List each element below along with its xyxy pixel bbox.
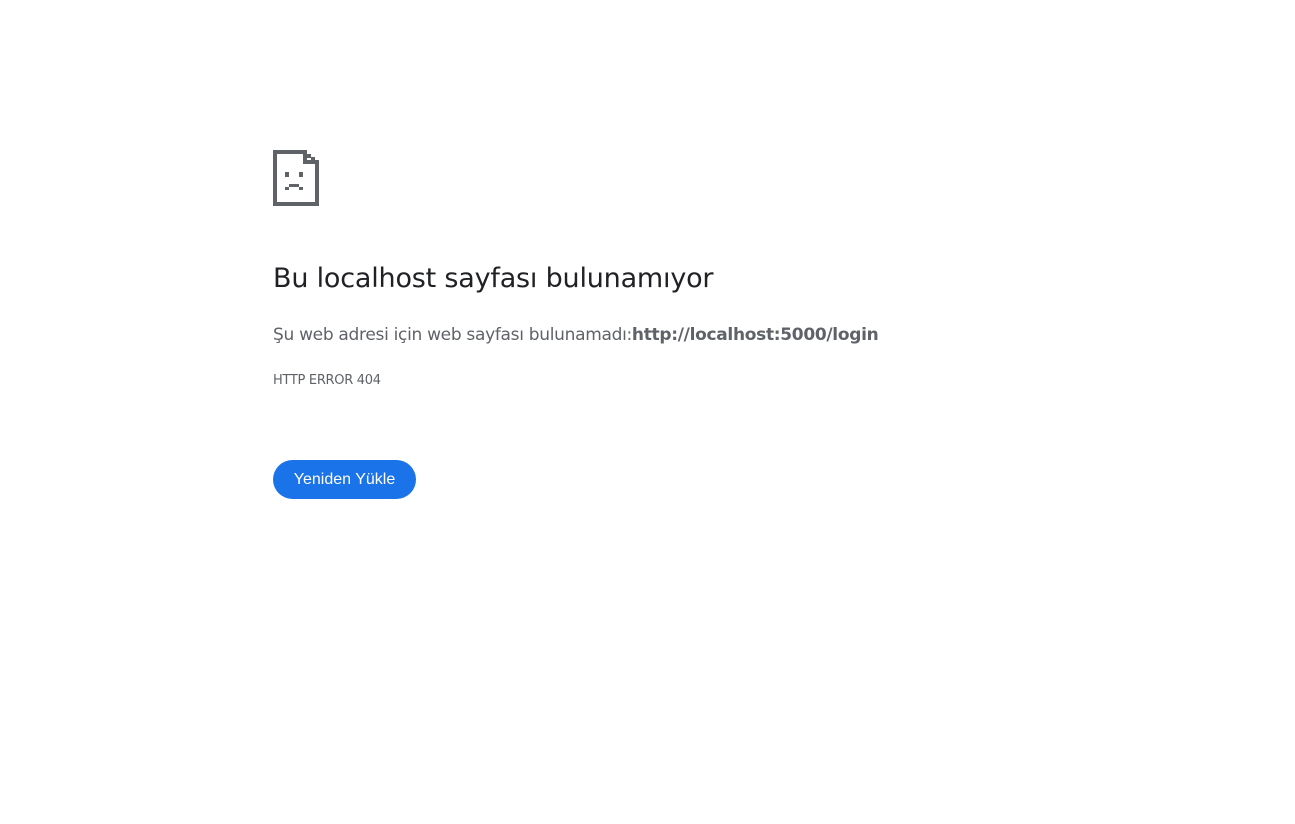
page-title: Bu localhost sayfası bulunamıyor: [273, 263, 714, 294]
error-message: Şu web adresi için web sayfası bulunamad…: [273, 325, 879, 345]
sad-page-icon: [273, 150, 319, 206]
error-code: HTTP ERROR 404: [273, 373, 381, 388]
error-message-text: Şu web adresi için web sayfası bulunamad…: [273, 325, 632, 345]
error-container: Bu localhost sayfası bulunamıyor Şu web …: [273, 150, 1053, 499]
reload-button[interactable]: Yeniden Yükle: [273, 460, 416, 499]
error-url: http://localhost:5000/login: [631, 325, 879, 345]
